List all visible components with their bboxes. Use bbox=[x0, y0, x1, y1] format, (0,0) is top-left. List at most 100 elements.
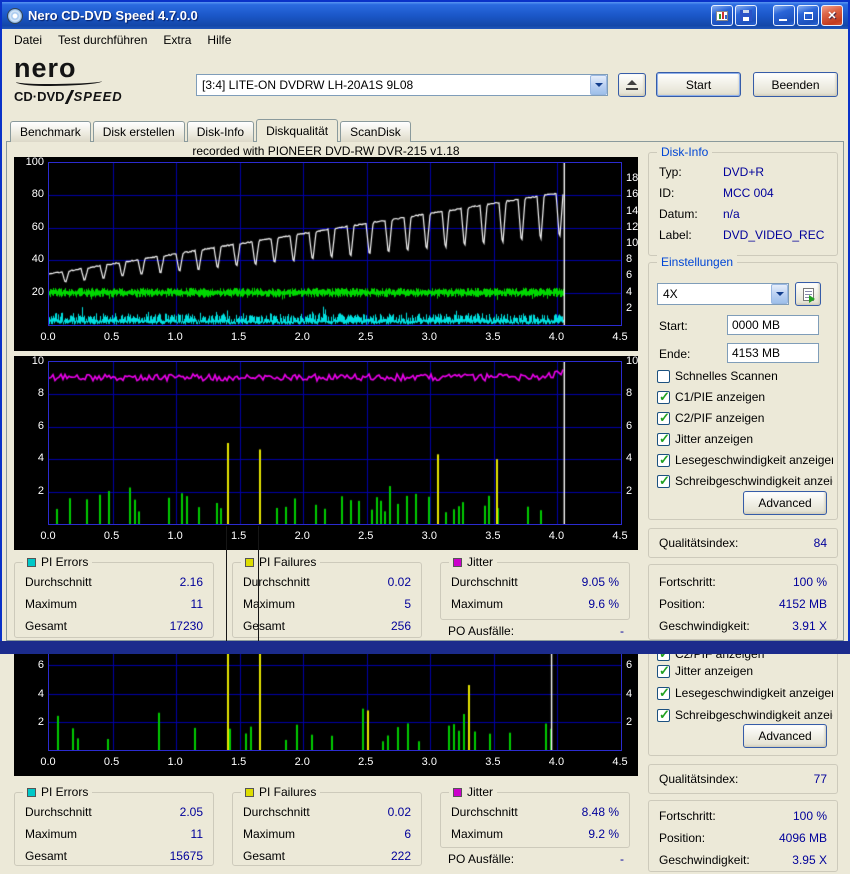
axis-tick-label: 12 bbox=[626, 221, 642, 233]
stat-row: Maximum9.2 % bbox=[451, 827, 619, 841]
checkbox-c1-pie-anzeigen[interactable]: C1/PIE anzeigen bbox=[657, 390, 833, 404]
checkbox[interactable] bbox=[657, 665, 670, 678]
start-mb-input[interactable] bbox=[727, 315, 819, 335]
stat-row: Durchschnitt8.48 % bbox=[451, 805, 619, 819]
quit-button[interactable]: Beenden bbox=[753, 72, 838, 97]
menu-bar: Datei Test durchführen Extra Hilfe bbox=[2, 29, 848, 51]
axis-tick-label: 0.0 bbox=[34, 530, 62, 542]
axis-tick-label: 6 bbox=[16, 659, 44, 671]
chevron-down-icon bbox=[595, 83, 603, 87]
checkbox-lesegeschwindigkeit-frag[interactable]: Lesegeschwindigkeit anzeigen bbox=[657, 686, 833, 700]
disk-info-row: ID:MCC 004 bbox=[659, 186, 833, 200]
app-icon bbox=[7, 8, 23, 24]
copy-chart-button[interactable] bbox=[711, 5, 733, 26]
axis-tick-label: 10 bbox=[626, 355, 642, 367]
pi-errors-panel-frag: PI Errors Durchschnitt2.05 Maximum11 Ges… bbox=[14, 792, 214, 866]
jitter-swatch bbox=[453, 788, 462, 797]
nero-logo-slash bbox=[64, 90, 74, 104]
stat-row: Maximum9.6 % bbox=[451, 597, 619, 611]
checkbox-jitter-anzeigen[interactable]: Jitter anzeigen bbox=[657, 432, 833, 446]
refresh-icon bbox=[803, 288, 814, 301]
menu-item-datei[interactable]: Datei bbox=[6, 30, 50, 50]
stat-row: Maximum5 bbox=[243, 597, 411, 611]
checkbox-jitter-anzeigen-frag[interactable]: Jitter anzeigen bbox=[657, 664, 833, 678]
speed-pi-chart-plot bbox=[48, 162, 622, 326]
checkbox[interactable] bbox=[657, 475, 670, 488]
axis-tick-label: 0.5 bbox=[98, 756, 126, 768]
drive-select[interactable]: [3:4] LITE-ON DVDRW LH-20A1S 9L08 bbox=[196, 74, 608, 96]
drive-select-value: [3:4] LITE-ON DVDRW LH-20A1S 9L08 bbox=[202, 78, 413, 92]
tab-diskqualitaet[interactable]: Diskqualität bbox=[256, 119, 338, 142]
axis-tick-label: 0.0 bbox=[34, 331, 62, 343]
checkbox-schreibgeschwindigkeit-frag[interactable]: Schreibgeschwindigkeit anzeigen bbox=[657, 708, 833, 722]
axis-tick-label: 3.0 bbox=[415, 756, 443, 768]
progress-panel-frag: Fortschritt:100 % Position:4096 MB Gesch… bbox=[648, 800, 838, 872]
speed-select-arrow[interactable] bbox=[771, 284, 788, 304]
spike-artifact-line bbox=[226, 526, 227, 641]
end-mb-input[interactable] bbox=[727, 343, 819, 363]
speed-select[interactable]: 4X bbox=[657, 283, 789, 305]
axis-tick-label: 4.5 bbox=[606, 331, 634, 343]
stat-row: Durchschnitt9.05 % bbox=[451, 575, 619, 589]
checkbox[interactable] bbox=[657, 391, 670, 404]
checkbox[interactable] bbox=[657, 709, 670, 722]
axis-tick-label: 4 bbox=[626, 286, 642, 298]
progress-row: Fortschritt:100 % bbox=[659, 809, 827, 823]
axis-tick-label: 18 bbox=[626, 172, 642, 184]
disk-info-row: Label:DVD_VIDEO_REC bbox=[659, 228, 833, 242]
axis-tick-label: 8 bbox=[16, 387, 44, 399]
menu-item-extra[interactable]: Extra bbox=[155, 30, 199, 50]
axis-tick-label: 0.5 bbox=[98, 530, 126, 542]
pi-failures-swatch bbox=[245, 788, 254, 797]
checkbox-lesegeschwindigkeit[interactable]: Lesegeschwindigkeit anzeigen bbox=[657, 453, 833, 467]
close-button[interactable]: ✕ bbox=[821, 5, 843, 26]
tab-disk-info[interactable]: Disk-Info bbox=[187, 121, 254, 142]
axis-tick-label: 2 bbox=[626, 716, 642, 728]
axis-tick-label: 8 bbox=[626, 387, 642, 399]
tab-disk-erstellen[interactable]: Disk erstellen bbox=[93, 121, 185, 142]
checkbox-schreibgeschwindigkeit[interactable]: Schreibgeschwindigkeit anzeigen bbox=[657, 474, 833, 488]
stat-row: Gesamt15675 bbox=[25, 849, 203, 863]
advanced-button[interactable]: Advanced bbox=[743, 491, 827, 515]
save-results-button[interactable] bbox=[735, 5, 757, 26]
checkbox[interactable] bbox=[657, 370, 670, 383]
advanced-button-frag[interactable]: Advanced bbox=[743, 724, 827, 748]
axis-tick-label: 1.0 bbox=[161, 530, 189, 542]
menu-item-test-durchfuehren[interactable]: Test durchführen bbox=[50, 30, 155, 50]
checkbox-schnelles-scannen[interactable]: Schnelles Scannen bbox=[657, 369, 833, 383]
start-button[interactable]: Start bbox=[656, 72, 741, 97]
quality-index-panel-frag: Qualitätsindex:77 bbox=[648, 764, 838, 794]
stat-row: Durchschnitt0.02 bbox=[243, 805, 411, 819]
axis-tick-label: 6 bbox=[16, 420, 44, 432]
refresh-button[interactable] bbox=[795, 282, 821, 306]
checkbox[interactable] bbox=[657, 412, 670, 425]
axis-tick-label: 1.0 bbox=[161, 756, 189, 768]
chart-icon bbox=[716, 11, 728, 21]
po-failures-row: PO Ausfälle:- bbox=[448, 624, 624, 638]
checkbox[interactable] bbox=[657, 687, 670, 700]
minimize-button[interactable] bbox=[773, 5, 795, 26]
checkbox-c2-pif-anzeigen[interactable]: C2/PIF anzeigen bbox=[657, 411, 833, 425]
progress-row: Geschwindigkeit:3.91 X bbox=[659, 619, 827, 633]
chart-recorded-with-label: recorded with PIONEER DVD-RW DVR-215 v1.… bbox=[14, 144, 638, 158]
axis-tick-label: 3.5 bbox=[479, 331, 507, 343]
axis-tick-label: 1.0 bbox=[161, 331, 189, 343]
nero-logo-text: nero bbox=[14, 56, 174, 81]
axis-tick-label: 4 bbox=[16, 452, 44, 464]
checkbox[interactable] bbox=[657, 454, 670, 467]
menu-item-hilfe[interactable]: Hilfe bbox=[199, 30, 239, 50]
stat-row: Maximum11 bbox=[25, 827, 203, 841]
tab-benchmark[interactable]: Benchmark bbox=[10, 121, 91, 142]
axis-tick-label: 4 bbox=[626, 452, 642, 464]
axis-tick-label: 2.0 bbox=[288, 530, 316, 542]
stat-row: Durchschnitt0.02 bbox=[243, 575, 411, 589]
stat-row: Maximum6 bbox=[243, 827, 411, 841]
drive-select-arrow[interactable] bbox=[590, 75, 607, 95]
tab-scandisk[interactable]: ScanDisk bbox=[340, 121, 411, 142]
axis-tick-label: 2 bbox=[626, 302, 642, 314]
eject-button[interactable] bbox=[618, 73, 646, 97]
chevron-down-icon bbox=[776, 292, 784, 296]
maximize-button[interactable] bbox=[797, 5, 819, 26]
checkbox[interactable] bbox=[657, 433, 670, 446]
axis-tick-label: 0.0 bbox=[34, 756, 62, 768]
